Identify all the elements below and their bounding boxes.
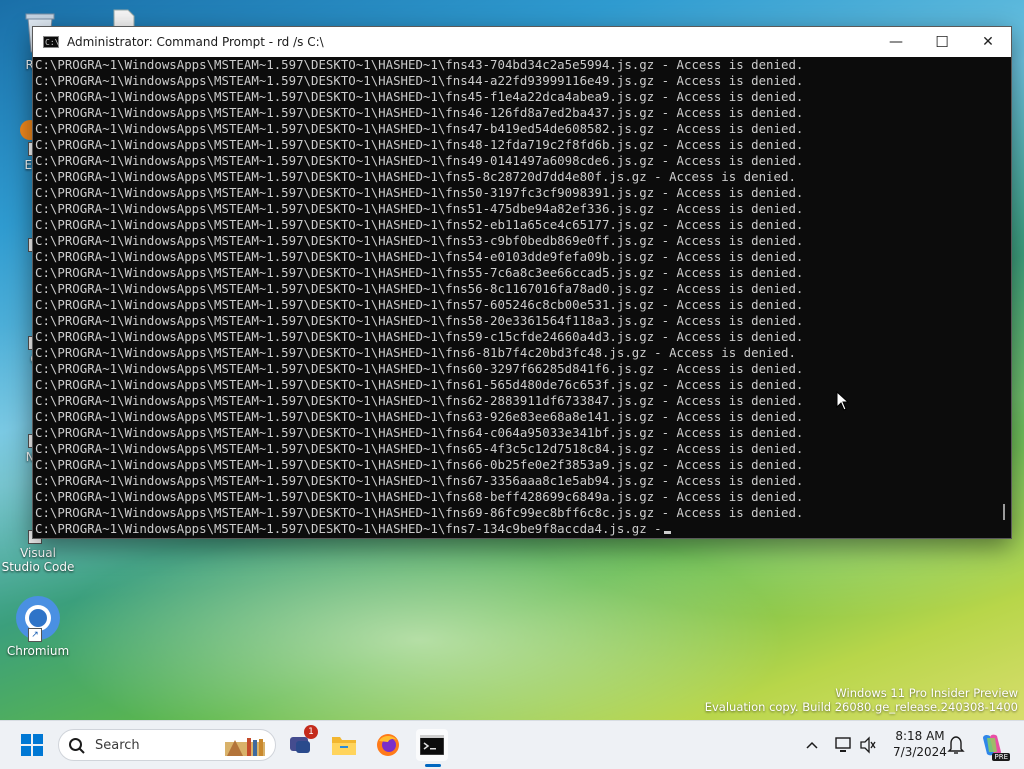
console-line: C:\PROGRA~1\WindowsApps\MSTEAM~1.597\DES… (35, 313, 804, 328)
watermark-build: Evaluation copy. Build 26080.ge_release.… (704, 700, 1018, 714)
console-line: C:\PROGRA~1\WindowsApps\MSTEAM~1.597\DES… (35, 201, 804, 216)
terminal-icon (420, 735, 444, 755)
title-bar[interactable]: C:\ Administrator: Command Prompt - rd /… (33, 27, 1011, 57)
console-line: C:\PROGRA~1\WindowsApps\MSTEAM~1.597\DES… (35, 361, 804, 376)
console-line: C:\PROGRA~1\WindowsApps\MSTEAM~1.597\DES… (35, 441, 804, 456)
console-line: C:\PROGRA~1\WindowsApps\MSTEAM~1.597\DES… (35, 505, 804, 520)
console-line: C:\PROGRA~1\WindowsApps\MSTEAM~1.597\DES… (35, 329, 804, 344)
search-label: Search (95, 738, 140, 753)
console-line: C:\PROGRA~1\WindowsApps\MSTEAM~1.597\DES… (35, 105, 804, 120)
desktop-icon-chromium[interactable]: ↗ Chromium (0, 594, 76, 658)
window-controls: — ☐ ✕ (873, 27, 1011, 57)
console-line: C:\PROGRA~1\WindowsApps\MSTEAM~1.597\DES… (35, 281, 804, 296)
chevron-up-icon (806, 741, 818, 749)
desktop-icon-label: Chromium (6, 644, 70, 658)
console-line: C:\PROGRA~1\WindowsApps\MSTEAM~1.597\DES… (35, 169, 796, 184)
console-line: C:\PROGRA~1\WindowsApps\MSTEAM~1.597\DES… (35, 153, 804, 168)
desktop-icon-label: Visual Studio Code (1, 546, 75, 574)
text-cursor (663, 531, 671, 534)
maximize-button[interactable]: ☐ (919, 27, 965, 57)
close-button[interactable]: ✕ (965, 27, 1011, 57)
console-line: C:\PROGRA~1\WindowsApps\MSTEAM~1.597\DES… (35, 89, 804, 104)
active-app-indicator (425, 764, 441, 767)
network-icon (835, 737, 851, 752)
console-line: C:\PROGRA~1\WindowsApps\MSTEAM~1.597\DES… (35, 425, 804, 440)
console-line: C:\PROGRA~1\WindowsApps\MSTEAM~1.597\DES… (35, 233, 804, 248)
console-line: C:\PROGRA~1\WindowsApps\MSTEAM~1.597\DES… (35, 249, 804, 264)
minimize-icon: — (889, 34, 903, 50)
vertical-scrollbar[interactable] (995, 57, 1011, 538)
console-line: C:\PROGRA~1\WindowsApps\MSTEAM~1.597\DES… (35, 473, 804, 488)
taskbar-file-explorer[interactable] (328, 729, 360, 761)
speaker-muted-icon (860, 736, 876, 754)
console-line: C:\PROGRA~1\WindowsApps\MSTEAM~1.597\DES… (35, 217, 804, 232)
windows-logo-icon (21, 734, 43, 756)
maximize-icon: ☐ (935, 33, 949, 51)
console-line: C:\PROGRA~1\WindowsApps\MSTEAM~1.597\DES… (35, 457, 804, 472)
console-line: C:\PROGRA~1\WindowsApps\MSTEAM~1.597\DES… (35, 377, 804, 392)
console-output[interactable]: C:\PROGRA~1\WindowsApps\MSTEAM~1.597\DES… (33, 57, 995, 538)
bell-icon (947, 736, 965, 754)
console-line: C:\PROGRA~1\WindowsApps\MSTEAM~1.597\DES… (35, 121, 804, 136)
console-line: C:\PROGRA~1\WindowsApps\MSTEAM~1.597\DES… (35, 57, 804, 72)
firefox-icon (377, 734, 399, 756)
console-line: C:\PROGRA~1\WindowsApps\MSTEAM~1.597\DES… (35, 297, 804, 312)
evaluation-watermark: Windows 11 Pro Insider Preview Evaluatio… (705, 686, 1018, 714)
scrollbar-thumb[interactable] (1003, 504, 1005, 520)
console-line: C:\PROGRA~1\WindowsApps\MSTEAM~1.597\DES… (35, 137, 804, 152)
taskbar-command-prompt[interactable] (416, 729, 448, 761)
chromium-icon: ↗ (14, 594, 62, 642)
console-line: C:\PROGRA~1\WindowsApps\MSTEAM~1.597\DES… (35, 393, 804, 408)
minimize-button[interactable]: — (873, 27, 919, 57)
console-line: C:\PROGRA~1\WindowsApps\MSTEAM~1.597\DES… (35, 185, 804, 200)
taskbar-search[interactable]: Search (58, 729, 276, 761)
show-hidden-icons-button[interactable] (796, 729, 828, 761)
notifications-button[interactable] (940, 729, 972, 761)
search-icon (69, 738, 85, 754)
start-button[interactable] (16, 729, 48, 761)
taskbar-firefox[interactable] (372, 729, 404, 761)
window-title: Administrator: Command Prompt - rd /s C:… (67, 35, 324, 49)
taskbar: Search 1 8:18 AM 7/3/2024 PRE (0, 720, 1024, 769)
copilot-preview-badge: PRE (992, 753, 1010, 761)
taskbar-chat[interactable]: 1 (284, 725, 318, 761)
console-line: C:\PROGRA~1\WindowsApps\MSTEAM~1.597\DES… (35, 345, 796, 360)
console-line: C:\PROGRA~1\WindowsApps\MSTEAM~1.597\DES… (35, 265, 804, 280)
cmd-icon: C:\ (43, 36, 60, 48)
console-line: C:\PROGRA~1\WindowsApps\MSTEAM~1.597\DES… (35, 489, 804, 504)
volume-status[interactable] (852, 729, 884, 761)
copilot-button[interactable]: PRE (976, 729, 1010, 761)
command-prompt-window[interactable]: C:\ Administrator: Command Prompt - rd /… (32, 26, 1012, 539)
console-line: C:\PROGRA~1\WindowsApps\MSTEAM~1.597\DES… (35, 521, 995, 537)
search-highlight-icon (225, 738, 265, 756)
close-icon: ✕ (982, 34, 994, 50)
notification-badge: 1 (304, 725, 318, 739)
shortcut-arrow-icon: ↗ (28, 628, 42, 642)
console-line: C:\PROGRA~1\WindowsApps\MSTEAM~1.597\DES… (35, 409, 804, 424)
console-line: C:\PROGRA~1\WindowsApps\MSTEAM~1.597\DES… (35, 73, 804, 88)
folder-icon (332, 737, 356, 755)
watermark-edition: Windows 11 Pro Insider Preview (835, 686, 1018, 700)
